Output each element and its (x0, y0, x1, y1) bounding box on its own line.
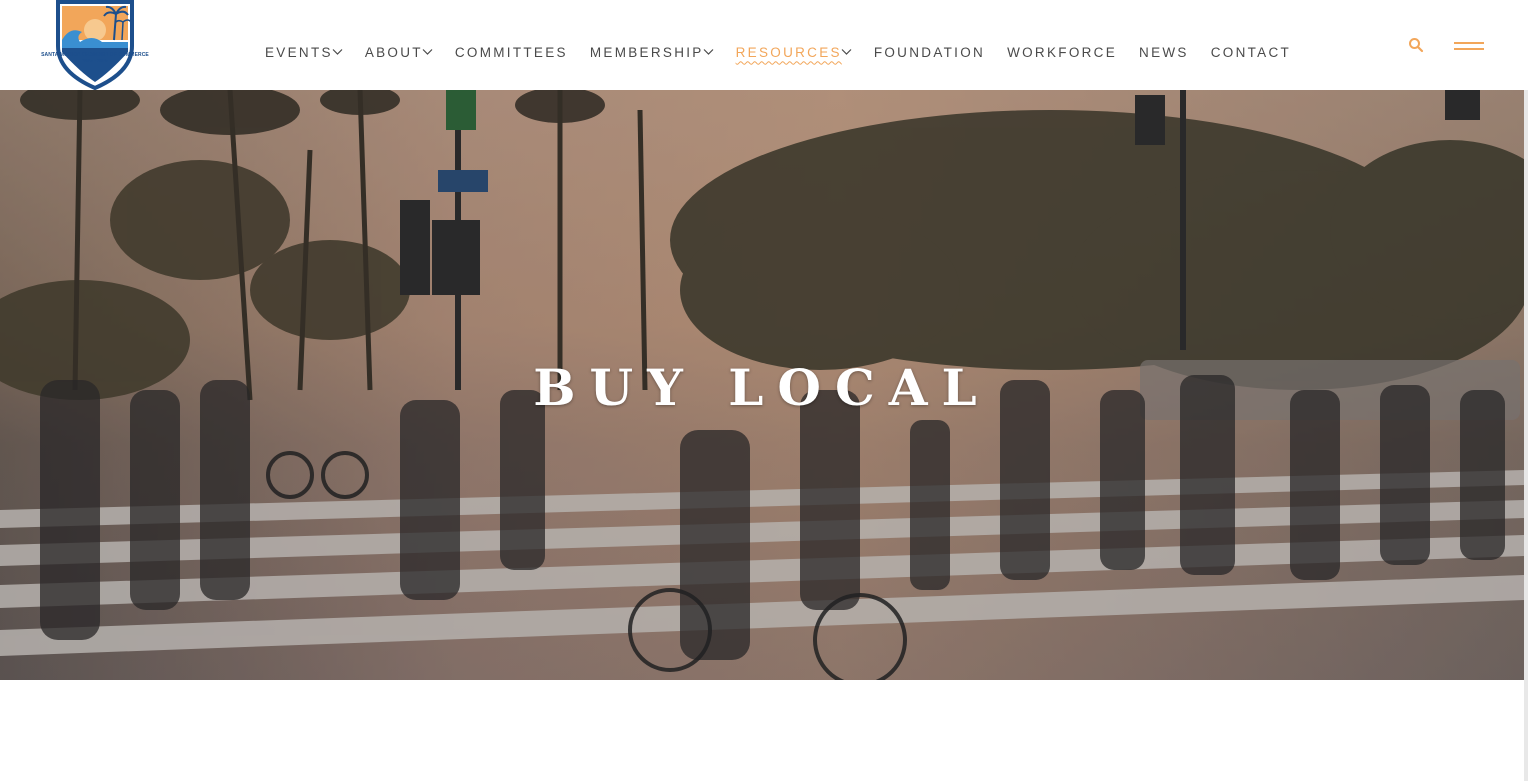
nav-label: NEWS (1139, 44, 1189, 60)
chevron-down-icon (703, 49, 714, 55)
hamburger-menu-line (1454, 48, 1484, 50)
nav-item-news[interactable]: NEWS (1139, 45, 1189, 60)
hamburger-menu-icon (1454, 42, 1484, 44)
search-button[interactable] (1408, 37, 1424, 53)
nav-item-workforce[interactable]: WORKFORCE (1007, 45, 1117, 60)
chevron-down-icon (841, 49, 852, 55)
nav-item-events[interactable]: EVENTS (265, 45, 343, 60)
main-nav: EVENTS ABOUT COMMITTEES MEMBERSHIP RESOU… (265, 43, 1291, 61)
hamburger-menu-button[interactable] (1454, 42, 1484, 54)
hero-banner: BUY LOCAL (0, 90, 1524, 680)
site-header: SANTA MONICA CHAMBER OF COMMERCE 1925 · … (0, 0, 1528, 90)
nav-label: EVENTS (265, 44, 333, 60)
hero-title: BUY LOCAL (533, 358, 991, 417)
nav-item-about[interactable]: ABOUT (365, 45, 433, 60)
nav-label: COMMITTEES (454, 44, 568, 60)
nav-label: CONTACT (1210, 44, 1292, 60)
chevron-down-icon (422, 49, 433, 55)
nav-label: WORKFORCE (1007, 44, 1118, 60)
nav-label: FOUNDATION (873, 44, 986, 60)
nav-item-contact[interactable]: CONTACT (1211, 45, 1291, 60)
nav-label: ABOUT (364, 44, 423, 60)
logo-wordmark: SANTA MONICA CHAMBER OF COMMERCE 1925 · … (40, 52, 150, 64)
chamber-logo[interactable]: SANTA MONICA CHAMBER OF COMMERCE 1925 · … (40, 0, 150, 90)
nav-label: MEMBERSHIP (589, 44, 704, 60)
logo-years: 1925 · 2025 (82, 58, 108, 63)
search-icon (1409, 38, 1424, 53)
chevron-down-icon (332, 49, 343, 55)
shield-logo-icon (56, 0, 134, 90)
nav-item-foundation[interactable]: FOUNDATION (874, 45, 985, 60)
nav-item-resources[interactable]: RESOURCES (736, 45, 852, 60)
nav-item-committees[interactable]: COMMITTEES (455, 45, 568, 60)
scrollbar-track[interactable] (1524, 0, 1528, 781)
nav-label: RESOURCES (735, 44, 842, 60)
nav-item-membership[interactable]: MEMBERSHIP (590, 45, 714, 60)
